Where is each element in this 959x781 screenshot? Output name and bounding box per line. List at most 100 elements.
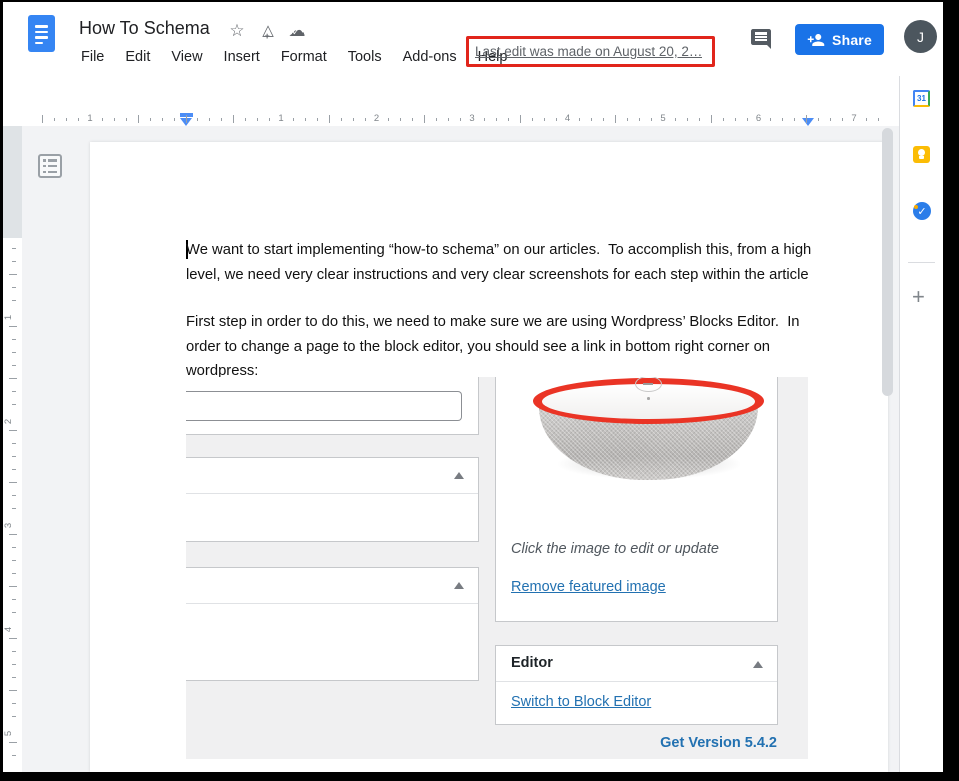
google-docs-logo-icon[interactable] <box>28 15 55 52</box>
docs-window: How To Schema ☆ △+ ☁✓ File Edit View Insert… <box>3 2 943 772</box>
menu-item-tools[interactable]: Tools <box>346 48 384 66</box>
ruler-tick <box>12 612 16 613</box>
menu-item-file[interactable]: File <box>79 48 106 66</box>
vertical-ruler: 12345 <box>3 126 22 772</box>
ruler-tick <box>365 118 366 121</box>
menu-bar: FileEditViewInsertFormatToolsAdd-onsHelp <box>79 46 509 68</box>
text-line: level, we need very clear instructions a… <box>186 263 826 288</box>
ruler-tick <box>9 430 17 431</box>
outline-glyph-row <box>43 165 57 168</box>
vertical-ruler-margin <box>3 126 22 238</box>
menu-item-format[interactable]: Format <box>279 48 329 66</box>
keep-bulb-base <box>919 156 924 160</box>
google-calendar-icon[interactable]: 31 <box>913 90 930 107</box>
side-panel-rail: 31 ✓ + <box>900 72 943 772</box>
ruler-number: 2 <box>3 419 14 424</box>
paragraph-1[interactable]: We want to start implementing “how-to sc… <box>186 238 826 287</box>
ruler-tick <box>830 118 831 121</box>
ruler-tick <box>138 115 139 123</box>
ruler-tick <box>12 404 16 405</box>
wp-image-caption: Click the image to edit or update <box>511 541 719 557</box>
show-outline-button[interactable] <box>38 154 62 178</box>
collapse-triangle-icon <box>753 661 763 668</box>
menu-item-edit[interactable]: Edit <box>123 48 152 66</box>
share-button[interactable]: Share <box>795 24 884 55</box>
ruler-tick <box>9 482 17 483</box>
right-indent-marker[interactable] <box>802 118 814 126</box>
ruler-tick <box>12 651 16 652</box>
ruler-tick <box>353 118 354 121</box>
ruler-tick <box>54 118 55 121</box>
ruler-tick <box>591 118 592 121</box>
ruler-tick <box>12 443 16 444</box>
paragraph-2[interactable]: First step in order to do this, we need … <box>186 310 826 384</box>
ruler-tick <box>9 326 17 327</box>
ruler-tick <box>12 560 16 561</box>
document-canvas: 12345 We want to start implementing “how… <box>3 126 900 772</box>
comment-icon[interactable] <box>749 27 773 51</box>
get-addons-plus-button[interactable]: + <box>912 284 925 310</box>
ruler-tick <box>66 118 67 121</box>
ruler-tick <box>687 118 688 121</box>
ruler-tick <box>174 118 175 121</box>
ruler-tick <box>329 115 330 123</box>
switch-to-block-editor-link: Switch to Block Editor <box>511 694 651 710</box>
ruler-tick <box>723 118 724 121</box>
drive-shortcut-icon[interactable]: △+ <box>258 21 278 41</box>
ruler-tick <box>12 456 16 457</box>
ruler-tick <box>782 118 783 121</box>
ruler-number: 3 <box>3 523 14 528</box>
ruler-tick <box>186 115 187 123</box>
ruler-number: 5 <box>660 113 665 124</box>
ruler-tick <box>12 547 16 548</box>
top-bar: How To Schema ☆ △+ ☁✓ File Edit View Insert… <box>3 2 943 72</box>
outline-glyph-row <box>43 171 57 174</box>
document-status-cloud-icon[interactable]: ☁✓ <box>287 21 307 41</box>
ruler-number: 1 <box>3 315 14 320</box>
vertical-scrollbar-thumb[interactable] <box>882 128 893 396</box>
wp-text-input <box>186 391 462 421</box>
document-title[interactable]: How To Schema <box>79 18 210 39</box>
wp-metabox-2 <box>186 567 479 681</box>
embedded-wordpress-screenshot[interactable]: Click the image to edit or update Remove… <box>186 377 808 759</box>
ruler-number: 7 <box>851 113 856 124</box>
first-line-indent-marker[interactable] <box>180 113 193 117</box>
menu-item-view[interactable]: View <box>169 48 204 66</box>
text-line: First step in order to do this, we need … <box>186 310 826 335</box>
ruler-tick <box>699 118 700 121</box>
ruler-tick <box>12 469 16 470</box>
ruler-tick <box>806 115 807 123</box>
ruler-tick <box>257 118 258 121</box>
ruler-tick <box>9 586 17 587</box>
ruler-tick <box>150 118 151 121</box>
drive-plus: + <box>265 26 270 46</box>
menu-item-addons[interactable]: Add-ons <box>401 48 459 66</box>
ruler-tick <box>603 118 604 121</box>
ruler-tick <box>12 261 16 262</box>
wp-metabox-1 <box>186 457 479 542</box>
document-page[interactable]: We want to start implementing “how-to sc… <box>90 142 888 772</box>
ruler-tick <box>126 118 127 121</box>
ruler-tick <box>842 118 843 121</box>
tasks-accent-dot <box>914 205 918 209</box>
ruler-tick <box>12 248 16 249</box>
horizontal-ruler: 11234567 <box>3 112 900 126</box>
ruler-tick <box>209 118 210 121</box>
remove-featured-image-link: Remove featured image <box>511 579 666 595</box>
google-keep-icon[interactable] <box>913 146 930 163</box>
ruler-tick <box>12 703 16 704</box>
ruler-tick <box>12 352 16 353</box>
ruler-tick <box>735 118 736 121</box>
menu-item-insert[interactable]: Insert <box>222 48 262 66</box>
ruler-tick <box>436 118 437 121</box>
ruler-tick <box>12 300 16 301</box>
account-avatar[interactable]: J <box>904 20 937 53</box>
ruler-tick <box>747 118 748 121</box>
ruler-tick <box>12 495 16 496</box>
google-tasks-icon[interactable]: ✓ <box>913 202 931 220</box>
star-icon[interactable]: ☆ <box>227 21 247 41</box>
ruler-number: 3 <box>469 113 474 124</box>
ruler-tick <box>197 118 198 121</box>
text-line: We want to start implementing “how-to sc… <box>186 238 826 263</box>
last-edit-status[interactable]: Last edit was made on August 20, 2… <box>475 38 702 66</box>
